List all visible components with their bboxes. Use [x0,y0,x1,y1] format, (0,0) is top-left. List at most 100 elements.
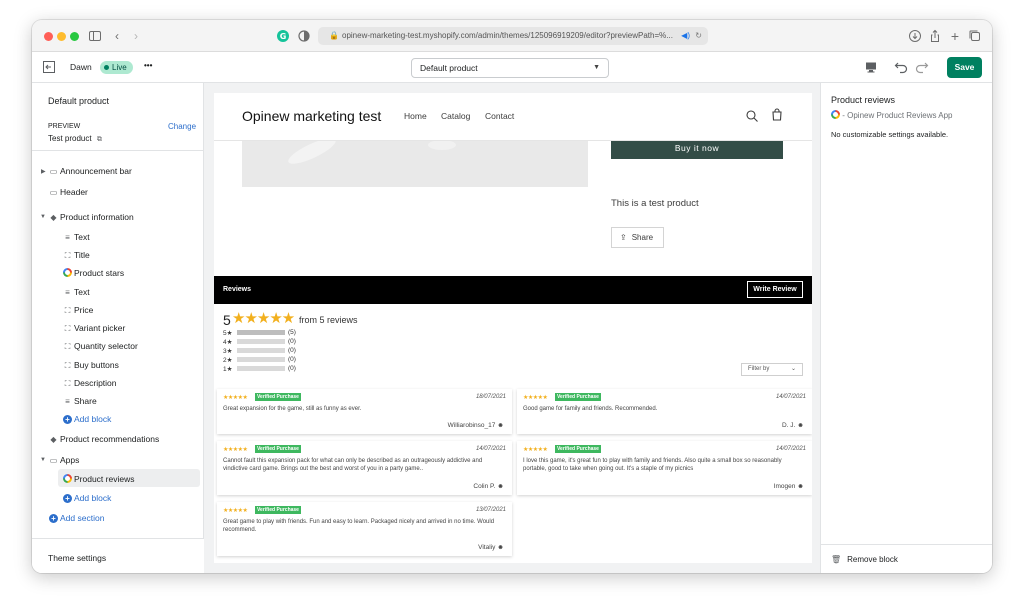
sidebar-item-product-recommendations[interactable]: ◆ Product recommendations [48,434,159,444]
zoom-window-button[interactable] [70,32,79,41]
change-preview-link[interactable]: Change [168,122,196,131]
desktop-preview-icon[interactable] [864,60,878,74]
review-author: Williarobinso_17 ☻ [448,422,504,429]
remove-block-button[interactable]: 🗑 Remove block [821,544,992,573]
nav-link-catalog[interactable]: Catalog [441,111,470,121]
address-bar[interactable]: 🔒 opinew-marketing-test.myshopify.com/ad… [318,27,708,45]
buy-it-now-button[interactable]: Buy it now [611,141,783,159]
text-icon: ≡ [65,233,70,242]
block-item-description[interactable]: ⛶ Description [62,378,117,389]
reload-icon[interactable]: ↻ [695,27,702,45]
exit-editor-icon[interactable] [42,60,56,74]
theme-settings-button[interactable]: Theme settings [48,553,106,563]
histogram-label: 2★ [223,357,233,364]
verified-purchase-badge: Verified Purchase [255,506,301,514]
editor-header: Dawn Live ••• Default product ▼ Save [32,52,992,83]
remove-block-label: Remove block [847,555,898,564]
block-item-buy-buttons[interactable]: ⛶ Buy buttons [62,360,119,371]
collapse-arrow-icon[interactable]: ▼ [40,214,46,220]
review-date: 14/07/2021 [475,446,506,452]
opinew-app-icon [62,474,73,484]
block-item-product-stars[interactable]: Product stars [62,268,124,278]
histogram-label: 4★ [223,339,233,346]
user-icon: ☻ [497,422,504,429]
filter-by-dropdown[interactable]: Filter by ⌄ [741,363,803,376]
histogram-label: 1★ [223,366,233,373]
template-selector-value: Default product [420,63,478,73]
collapse-arrow-icon[interactable]: ▼ [40,457,46,463]
review-date: 14/07/2021 [775,394,806,400]
cart-icon[interactable] [770,108,784,122]
sidebar-item-header[interactable]: ▭ Header [48,187,88,197]
panel-title: Product reviews [831,95,896,105]
sidebar-item-apps[interactable]: ▭ Apps [48,455,80,465]
share-icon[interactable] [927,28,943,44]
redo-icon[interactable] [914,59,930,75]
search-icon[interactable] [745,109,759,123]
sections-sidebar: Default product PREVIEW Change Test prod… [32,83,204,573]
block-item-label: Description [74,378,117,388]
new-tab-icon[interactable]: + [947,28,963,44]
block-item-label: Buy buttons [74,360,119,370]
privacy-shield-icon[interactable] [296,28,312,44]
minimize-window-button[interactable] [57,32,66,41]
text-icon: ≡ [65,288,70,297]
grammarly-extension-icon[interactable]: G [275,28,291,44]
block-item-price[interactable]: ⛶ Price [62,305,94,316]
review-author: D. J. ☻ [782,422,804,429]
nav-link-home[interactable]: Home [404,111,427,121]
back-arrow-icon[interactable]: ‹ [109,28,125,44]
block-item-product-reviews[interactable]: Product reviews [62,474,134,484]
block-item-text-2[interactable]: ≡ Text [62,287,90,297]
add-app-block-button[interactable]: + Add block [63,493,111,503]
verified-purchase-badge: Verified Purchase [255,445,301,453]
write-review-button[interactable]: Write Review [747,281,803,298]
app-name: - Opinew Product Reviews App [842,111,953,120]
add-block-button[interactable]: + Add block [63,414,111,424]
expand-arrow-icon[interactable]: ▶ [41,168,46,175]
more-actions-button[interactable]: ••• [144,61,152,70]
svg-text:G: G [280,32,287,41]
add-section-button[interactable]: + Add section [49,513,104,523]
share-button[interactable]: ⇪ Share [611,227,664,248]
histogram-label: 5★ [223,330,233,337]
sidebar-toggle-icon[interactable] [87,28,103,44]
reviews-heading: Reviews [223,286,252,293]
block-item-title[interactable]: ⛶ Title [62,250,90,261]
store-title[interactable]: Opinew marketing test [242,108,381,124]
block-item-label: Product stars [74,268,125,278]
external-link-icon: ⧉ [96,136,102,143]
forward-arrow-icon[interactable]: › [128,28,144,44]
review-card: ★★★★★ Verified Purchase 18/07/2021 Great… [217,389,512,434]
undo-icon[interactable] [893,59,909,75]
block-item-quantity-selector[interactable]: ⛶ Quantity selector [62,341,138,352]
close-window-button[interactable] [44,32,53,41]
theme-name: Dawn [70,62,92,72]
block-item-label: Variant picker [74,323,126,333]
verified-purchase-badge: Verified Purchase [555,393,601,401]
review-card: ★★★★★ Verified Purchase 14/07/2021 Canno… [217,441,512,495]
block-item-label: Text [74,287,90,297]
block-item-text[interactable]: ≡ Text [62,232,89,242]
preview-canvas: Opinew marketing test Home Catalog Conta… [204,83,820,573]
save-button[interactable]: Save [947,57,982,78]
sidebar-item-label: Product recommendations [60,434,160,444]
chevron-down-icon: ⌄ [790,366,796,372]
sidebar-item-product-information[interactable]: ◆ Product information [48,212,134,222]
template-selector[interactable]: Default product ▼ [411,58,609,78]
sidebar-item-announcement-bar[interactable]: ▭ Announcement bar [48,166,132,176]
average-rating: 5 [223,312,231,328]
nav-link-contact[interactable]: Contact [485,111,514,121]
block-item-variant-picker[interactable]: ⛶ Variant picker [62,323,126,334]
product-image[interactable] [242,141,588,187]
preview-product[interactable]: Test product ⧉ [48,134,102,144]
sidebar-item-label: Product information [60,212,134,222]
downloads-icon[interactable] [907,28,923,44]
review-text: Great expansion for the game, still as f… [223,406,362,412]
user-icon: ☻ [497,544,504,551]
review-stars: ★★★★★ [223,508,248,514]
storefront-preview: Opinew marketing test Home Catalog Conta… [214,93,812,563]
audio-playing-icon[interactable]: ◀) [681,27,690,45]
tab-overview-icon[interactable] [967,28,983,44]
block-item-share[interactable]: ≡ Share [62,396,97,406]
